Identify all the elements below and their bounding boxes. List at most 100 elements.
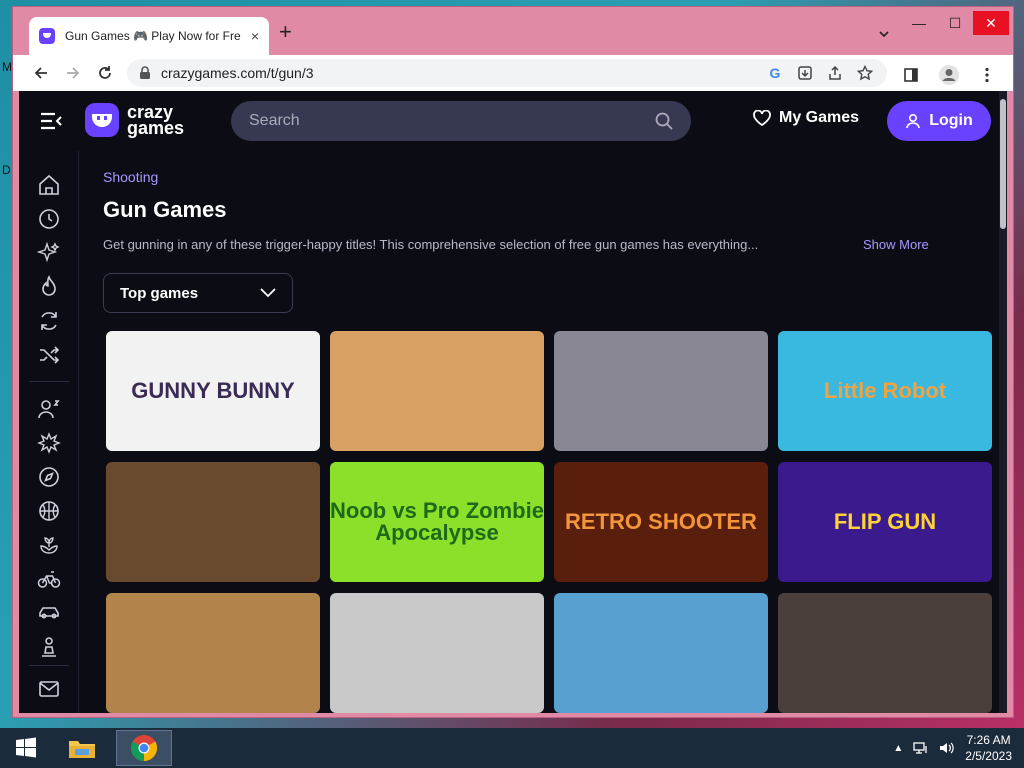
hamburger-menu-icon[interactable] xyxy=(39,109,63,133)
chess-pawn-icon[interactable] xyxy=(37,635,61,659)
search-icon[interactable] xyxy=(655,112,673,130)
basketball-icon[interactable] xyxy=(37,499,61,523)
flower-icon[interactable] xyxy=(37,533,61,557)
game-card[interactable] xyxy=(778,593,992,713)
taskbar-clock[interactable]: 7:26 AM 2/5/2023 xyxy=(965,732,1012,764)
volume-icon[interactable] xyxy=(939,741,955,755)
network-icon[interactable] xyxy=(913,741,929,755)
search-placeholder: Search xyxy=(249,112,300,129)
site-header: crazy games Search My Games Login xyxy=(19,91,999,151)
clock-time: 7:26 AM xyxy=(966,733,1011,747)
main-content: Shooting Gun Games Get gunning in any of… xyxy=(79,151,999,713)
page-viewport: crazy games Search My Games Login Shooti… xyxy=(19,91,1007,713)
show-more-link[interactable]: Show More xyxy=(863,237,929,252)
page-title: Gun Games xyxy=(103,197,227,222)
my-games-label: My Games xyxy=(779,109,860,126)
bicycle-icon[interactable] xyxy=(37,567,61,591)
car-icon[interactable] xyxy=(37,601,61,625)
windows-start-button[interactable] xyxy=(2,730,50,766)
system-tray: ▲ 7:26 AM 2/5/2023 xyxy=(893,732,1012,764)
compass-icon[interactable] xyxy=(37,465,61,489)
login-button[interactable]: Login xyxy=(887,101,991,141)
desktop-label-d: D xyxy=(2,163,11,177)
category-description: Get gunning in any of these trigger-happ… xyxy=(103,237,759,252)
refresh-icon[interactable] xyxy=(37,309,61,333)
bookmark-star-icon[interactable] xyxy=(855,63,875,83)
tray-overflow-icon[interactable]: ▲ xyxy=(893,743,903,754)
game-card-title xyxy=(106,462,320,582)
site-logo[interactable]: crazy games xyxy=(85,103,184,137)
crazygames-favicon-icon xyxy=(39,28,55,44)
close-window-button[interactable]: ✕ xyxy=(973,11,1009,35)
windows-logo-icon xyxy=(16,737,36,758)
sort-dropdown[interactable]: Top games xyxy=(103,273,293,313)
game-card[interactable] xyxy=(330,331,544,451)
game-card-title xyxy=(106,593,320,713)
folder-icon xyxy=(69,741,95,758)
sort-selected-value: Top games xyxy=(120,284,199,302)
tab-search-chevron-icon[interactable] xyxy=(877,27,891,41)
logo-line-2: games xyxy=(127,118,185,138)
game-card[interactable]: RETRO SHOOTER xyxy=(554,462,768,582)
heart-icon xyxy=(753,110,771,126)
game-card[interactable]: FLIP GUN xyxy=(778,462,992,582)
chrome-taskbar-button[interactable] xyxy=(116,730,172,766)
browser-tab[interactable]: Gun Games 🎮 Play Now for Free × xyxy=(29,17,269,55)
game-card-title xyxy=(330,593,544,713)
google-icon[interactable]: G xyxy=(765,63,785,83)
clock-icon[interactable] xyxy=(37,207,61,231)
chevron-down-icon xyxy=(260,288,276,298)
home-icon[interactable] xyxy=(37,173,61,197)
address-bar[interactable]: crazygames.com/t/gun/3 G xyxy=(127,59,887,87)
taskbar: ▲ 7:26 AM 2/5/2023 xyxy=(0,728,1024,768)
kebab-menu-icon[interactable] xyxy=(971,59,1003,91)
browser-titlebar: Gun Games 🎮 Play Now for Free × + — ☐ ✕ xyxy=(13,7,1013,55)
minimize-button[interactable]: — xyxy=(901,11,937,35)
tab-title: Gun Games 🎮 Play Now for Free xyxy=(65,29,241,43)
game-card[interactable]: Little Robot xyxy=(778,331,992,451)
tab-close-icon[interactable]: × xyxy=(251,28,259,44)
mail-icon[interactable] xyxy=(37,677,61,701)
flame-icon[interactable] xyxy=(37,275,61,299)
profile-avatar-icon[interactable] xyxy=(933,59,965,91)
reload-icon[interactable] xyxy=(89,57,121,89)
game-card[interactable]: GUNNY BUNNY xyxy=(106,331,320,451)
sidebar-divider xyxy=(29,381,69,382)
game-card-title: Little Robot xyxy=(823,378,947,403)
desktop-label-m: M xyxy=(2,60,12,74)
game-card-title: GUNNY BUNNY xyxy=(131,378,295,403)
search-input[interactable]: Search xyxy=(231,101,691,141)
sparkle-icon[interactable] xyxy=(37,241,61,265)
share-icon[interactable] xyxy=(825,63,845,83)
page-scrollbar[interactable] xyxy=(999,91,1007,713)
back-arrow-icon[interactable] xyxy=(25,57,57,89)
game-card[interactable]: Noob vs Pro Zombie Apocalypse xyxy=(330,462,544,582)
two-player-icon[interactable] xyxy=(37,397,61,421)
install-app-icon[interactable] xyxy=(795,63,815,83)
browser-toolbar: crazygames.com/t/gun/3 G xyxy=(13,55,1013,91)
game-card-title xyxy=(554,593,768,713)
game-card[interactable] xyxy=(106,593,320,713)
action-splash-icon[interactable] xyxy=(37,431,61,455)
my-games-button[interactable]: My Games xyxy=(753,109,859,127)
game-card[interactable] xyxy=(330,593,544,713)
breadcrumb[interactable]: Shooting xyxy=(103,169,158,185)
maximize-button[interactable]: ☐ xyxy=(937,11,973,35)
lock-icon xyxy=(140,66,150,79)
game-card[interactable] xyxy=(554,593,768,713)
scrollbar-thumb[interactable] xyxy=(1000,99,1006,229)
game-card[interactable] xyxy=(106,462,320,582)
logo-wordmark: crazy games xyxy=(127,103,185,138)
game-card[interactable] xyxy=(554,331,768,451)
game-card-title: FLIP GUN xyxy=(833,509,937,534)
shuffle-icon[interactable] xyxy=(37,343,61,367)
sidebar xyxy=(19,151,79,713)
sidebar-divider xyxy=(29,665,69,666)
browser-window: Gun Games 🎮 Play Now for Free × + — ☐ ✕ … xyxy=(12,6,1014,718)
file-explorer-button[interactable] xyxy=(58,730,106,766)
new-tab-button[interactable]: + xyxy=(279,21,292,43)
side-panel-icon[interactable] xyxy=(895,59,927,91)
url-text: crazygames.com/t/gun/3 xyxy=(161,65,314,81)
game-card-title xyxy=(778,593,992,713)
forward-arrow-icon[interactable] xyxy=(57,57,89,89)
